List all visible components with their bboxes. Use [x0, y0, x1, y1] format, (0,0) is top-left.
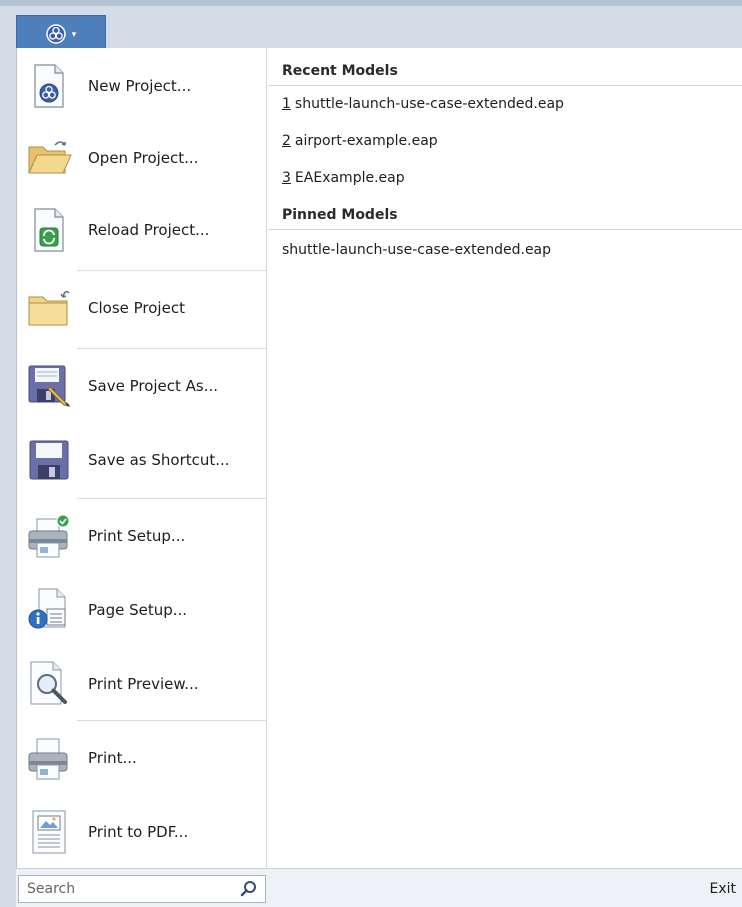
recent-model-item[interactable]: 3 EAExample.eap: [282, 164, 405, 192]
recent-models-header: Recent Models: [268, 56, 742, 86]
menu-item-save-as-shortcut[interactable]: Save as Shortcut...: [17, 424, 266, 496]
search-input[interactable]: [19, 876, 229, 902]
menu-item-close-project[interactable]: Close Project: [17, 272, 266, 344]
menu-item-label: Save as Shortcut...: [88, 451, 230, 469]
pinned-model-name: shuttle-launch-use-case-extended.eap: [282, 242, 552, 258]
ea-logo-icon: [45, 24, 66, 44]
recent-model-number: 1: [282, 96, 291, 112]
menu-item-page-setup[interactable]: Page Setup...: [17, 574, 266, 646]
menu-item-label: Print Setup...: [88, 527, 186, 545]
close-folder-icon: [25, 284, 73, 332]
exit-button[interactable]: Exit: [707, 875, 738, 903]
menu-separator: [77, 348, 266, 349]
pdf-icon: [25, 808, 73, 856]
recent-model-item[interactable]: 2 airport-example.eap: [282, 127, 438, 155]
menu-item-reload-project[interactable]: Reload Project...: [17, 194, 266, 266]
menu-separator: [77, 498, 266, 499]
new-project-icon: [25, 62, 73, 110]
recent-model-name: shuttle-launch-use-case-extended.eap: [294, 96, 564, 112]
menu-item-save-project-as[interactable]: Save Project As...: [17, 350, 266, 422]
open-folder-icon: [25, 134, 73, 182]
menu-item-print-to-pdf[interactable]: Print to PDF...: [17, 796, 266, 868]
recent-model-item[interactable]: 1 shuttle-launch-use-case-extended.eap: [282, 90, 564, 118]
print-setup-icon: [25, 512, 73, 560]
models-panel: Recent Models 1 shuttle-launch-use-case-e…: [268, 48, 742, 868]
search-box: [18, 875, 266, 903]
pinned-model-item[interactable]: shuttle-launch-use-case-extended.eap: [282, 236, 551, 264]
save-as-icon: [25, 362, 73, 410]
backstage-footer: Exit: [16, 868, 742, 907]
search-icon[interactable]: [239, 879, 259, 899]
chevron-down-icon: ▾: [71, 29, 77, 40]
page-setup-icon: [25, 586, 73, 634]
menu-item-new-project[interactable]: New Project...: [17, 50, 266, 122]
menu-item-label: Print to PDF...: [88, 823, 189, 841]
menu-item-print[interactable]: Print...: [17, 722, 266, 794]
print-preview-icon: [25, 660, 73, 708]
recent-model-name: EAExample.eap: [294, 170, 405, 186]
menu-item-open-project[interactable]: Open Project...: [17, 122, 266, 194]
reload-icon: [25, 206, 73, 254]
menu-item-print-setup[interactable]: Print Setup...: [17, 500, 266, 572]
menu-item-label: New Project...: [88, 77, 192, 95]
backstage-panel: New Project... Open Project... Reload Pr…: [16, 48, 742, 868]
menu-item-label: Open Project...: [88, 149, 199, 167]
menu-item-label: Print...: [88, 749, 137, 767]
file-menu: New Project... Open Project... Reload Pr…: [17, 48, 267, 868]
pinned-models-header: Pinned Models: [268, 200, 742, 230]
recent-model-name: airport-example.eap: [294, 133, 438, 149]
menu-item-label: Reload Project...: [88, 221, 210, 239]
save-shortcut-icon: [25, 436, 73, 484]
menu-item-label: Print Preview...: [88, 675, 199, 693]
ribbon-top-strip: ▾: [0, 0, 742, 53]
menu-separator: [77, 270, 266, 271]
menu-separator: [77, 720, 266, 721]
recent-model-number: 3: [282, 170, 291, 186]
menu-item-print-preview[interactable]: Print Preview...: [17, 648, 266, 720]
menu-item-label: Save Project As...: [88, 377, 219, 395]
menu-item-label: Close Project: [88, 299, 185, 317]
menu-item-label: Page Setup...: [88, 601, 188, 619]
printer-icon: [25, 734, 73, 782]
recent-model-number: 2: [282, 133, 291, 149]
